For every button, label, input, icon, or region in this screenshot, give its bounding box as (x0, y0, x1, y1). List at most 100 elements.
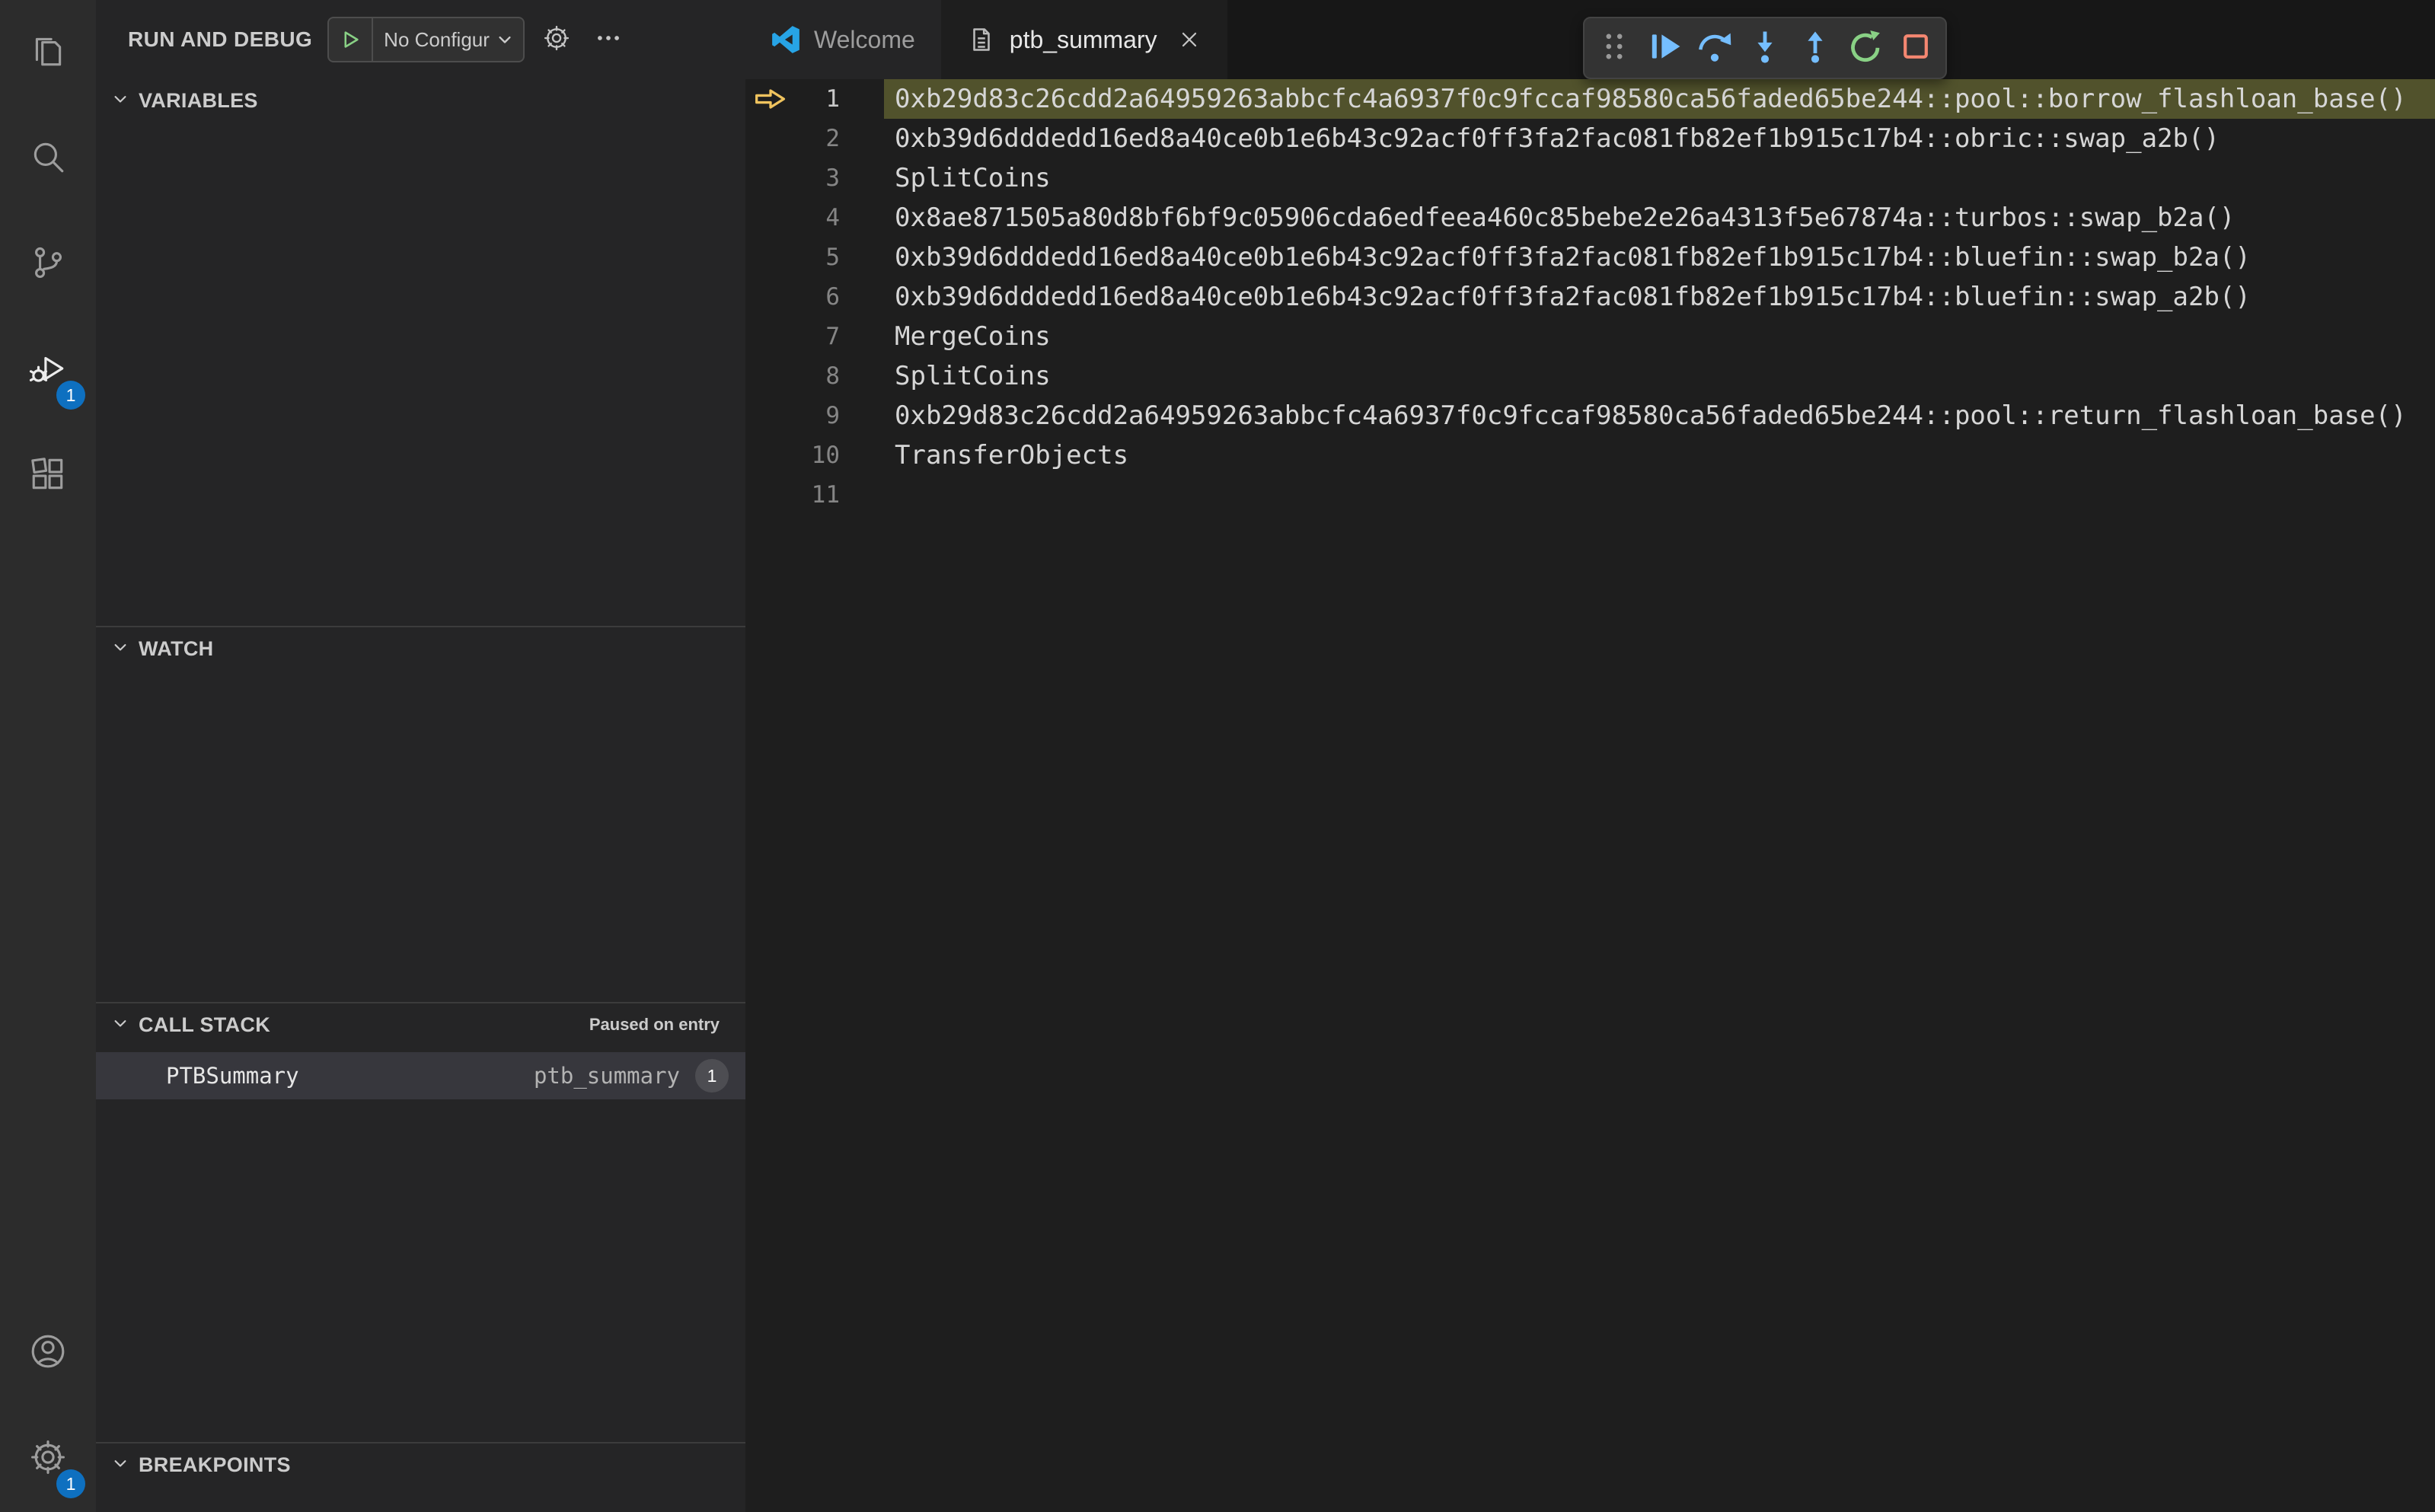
activity-item-source-control[interactable] (0, 212, 96, 317)
glyph-margin[interactable] (745, 475, 796, 515)
extensions-icon (29, 455, 67, 497)
code-line[interactable]: 7 MergeCoins (745, 317, 2435, 356)
code-line[interactable]: 5 0xb39d6dddedd16ed8a40ce0b1e6b43c92acf0f… (745, 238, 2435, 277)
line-number: 5 (825, 244, 840, 271)
activity-item-search[interactable] (0, 106, 96, 212)
activity-item-settings[interactable]: 1 (0, 1406, 96, 1512)
variables-section-header[interactable]: VARIABLES (96, 79, 745, 122)
code-line[interactable]: 9 0xb29d83c26cdd2a64959263abbcfc4a6937f0c… (745, 396, 2435, 435)
debug-current-line-arrow-icon[interactable] (745, 79, 796, 119)
call-stack-section-label: CALL STACK (139, 1013, 270, 1036)
line-number: 8 (825, 362, 840, 390)
code-line[interactable]: 10 TransferObjects (745, 435, 2435, 475)
glyph-margin[interactable] (745, 277, 796, 317)
code-line[interactable]: 6 0xb39d6dddedd16ed8a40ce0b1e6b43c92acf0f… (745, 277, 2435, 317)
variables-section: VARIABLES (96, 79, 745, 626)
glyph-margin[interactable] (745, 238, 796, 277)
code-text[interactable]: 0xb39d6dddedd16ed8a40ce0b1e6b43c92acf0ff… (884, 238, 2435, 277)
watch-section-header[interactable]: WATCH (96, 627, 745, 670)
continue-button[interactable] (1639, 21, 1690, 75)
views-more-actions-button[interactable] (589, 20, 628, 59)
debug-config-dropdown[interactable]: No Configur (327, 17, 525, 62)
debug-toolbar (1583, 17, 1947, 79)
chevron-down-icon (110, 1013, 131, 1038)
code-line[interactable]: 11 (745, 475, 2435, 515)
call-stack-section-header[interactable]: CALL STACK Paused on entry (96, 1003, 745, 1046)
step-over-button[interactable] (1690, 21, 1740, 75)
code-text[interactable]: MergeCoins (884, 317, 2435, 356)
run-and-debug-sidebar: RUN AND DEBUG No Configur VARIABLES WATC… (96, 0, 745, 1512)
code-text[interactable]: SplitCoins (884, 158, 2435, 198)
code-text[interactable]: 0xb29d83c26cdd2a64959263abbcfc4a6937f0c9… (884, 396, 2435, 435)
line-number: 7 (825, 323, 840, 350)
file-icon (967, 25, 996, 54)
glyph-margin[interactable] (745, 435, 796, 475)
code-text[interactable]: 0xb39d6dddedd16ed8a40ce0b1e6b43c92acf0ff… (884, 277, 2435, 317)
glyph-margin[interactable] (745, 396, 796, 435)
line-number: 2 (825, 125, 840, 152)
call-stack-frame-row[interactable]: PTBSummary ptb_summary 1 (96, 1052, 745, 1099)
explorer-icon (29, 32, 67, 74)
glyph-margin[interactable] (745, 356, 796, 396)
code-text[interactable]: 0x8ae871505a80d8bf6bf9c05906cda6edfeea46… (884, 198, 2435, 238)
glyph-margin[interactable] (745, 119, 796, 158)
code-text[interactable]: 0xb29d83c26cdd2a64959263abbcfc4a6937f0c9… (884, 79, 2435, 119)
breakpoints-section: BREAKPOINTS (96, 1442, 745, 1512)
debug-settings-button[interactable] (537, 20, 576, 59)
step-out-button[interactable] (1790, 21, 1840, 75)
breakpoints-section-header[interactable]: BREAKPOINTS (96, 1443, 745, 1486)
sidebar-header: RUN AND DEBUG No Configur (96, 0, 745, 79)
ellipsis-icon (594, 24, 623, 56)
activity-bar: 1 1 (0, 0, 96, 1512)
editor-code-area[interactable]: 1 0xb29d83c26cdd2a64959263abbcfc4a6937f0c… (745, 79, 2435, 1512)
step-out-icon (1797, 28, 1833, 69)
activity-item-accounts[interactable] (0, 1300, 96, 1406)
breakpoints-section-label: BREAKPOINTS (139, 1453, 291, 1476)
tab-ptb-summary[interactable]: ptb_summary (940, 0, 1227, 79)
line-number: 6 (825, 283, 840, 311)
chevron-down-icon (110, 636, 131, 662)
glyph-margin[interactable] (745, 317, 796, 356)
settings-badge: 1 (56, 1469, 85, 1498)
code-text[interactable]: 0xb39d6dddedd16ed8a40ce0b1e6b43c92acf0ff… (884, 119, 2435, 158)
step-over-icon (1696, 28, 1733, 69)
search-icon (29, 138, 67, 180)
watch-section: WATCH (96, 626, 745, 1002)
chevron-down-icon (110, 88, 131, 113)
line-number: 9 (825, 402, 840, 429)
stack-frame-name: PTBSummary (166, 1063, 299, 1089)
sidebar-title: RUN AND DEBUG (128, 27, 313, 51)
activity-item-extensions[interactable] (0, 423, 96, 529)
close-icon[interactable] (1177, 27, 1202, 52)
call-stack-section: CALL STACK Paused on entry PTBSummary pt… (96, 1002, 745, 1442)
code-line[interactable]: 4 0x8ae871505a80d8bf6bf9c05906cda6edfeea4… (745, 198, 2435, 238)
activity-item-explorer[interactable] (0, 0, 96, 106)
code-line[interactable]: 3 SplitCoins (745, 158, 2435, 198)
gear-icon (542, 24, 571, 56)
chevron-down-icon (110, 1453, 131, 1478)
glyph-margin[interactable] (745, 198, 796, 238)
code-lines: 1 0xb29d83c26cdd2a64959263abbcfc4a6937f0c… (745, 79, 2435, 515)
restart-button[interactable] (1840, 21, 1891, 75)
glyph-margin[interactable] (745, 158, 796, 198)
code-line[interactable]: 8 SplitCoins (745, 356, 2435, 396)
activity-item-run-and-debug[interactable]: 1 (0, 317, 96, 423)
code-line[interactable]: 2 0xb39d6dddedd16ed8a40ce0b1e6b43c92acf0f… (745, 119, 2435, 158)
code-text[interactable] (884, 475, 2435, 515)
watch-section-label: WATCH (139, 636, 214, 660)
start-debug-icon[interactable] (329, 18, 374, 61)
debug-toolbar-drag-handle[interactable] (1589, 21, 1639, 75)
source-control-icon (29, 244, 67, 285)
stack-frame-file: ptb_summary (533, 1063, 680, 1089)
line-number: 3 (825, 164, 840, 192)
code-text[interactable]: SplitCoins (884, 356, 2435, 396)
tab-welcome[interactable]: Welcome (745, 0, 941, 79)
call-stack-status: Paused on entry (589, 1015, 720, 1034)
run-and-debug-badge: 1 (56, 381, 85, 410)
step-into-button[interactable] (1740, 21, 1790, 75)
line-number: 4 (825, 204, 840, 231)
code-line[interactable]: 1 0xb29d83c26cdd2a64959263abbcfc4a6937f0c… (745, 79, 2435, 119)
code-text[interactable]: TransferObjects (884, 435, 2435, 475)
line-number: 1 (825, 85, 840, 113)
stop-button[interactable] (1891, 21, 1941, 75)
